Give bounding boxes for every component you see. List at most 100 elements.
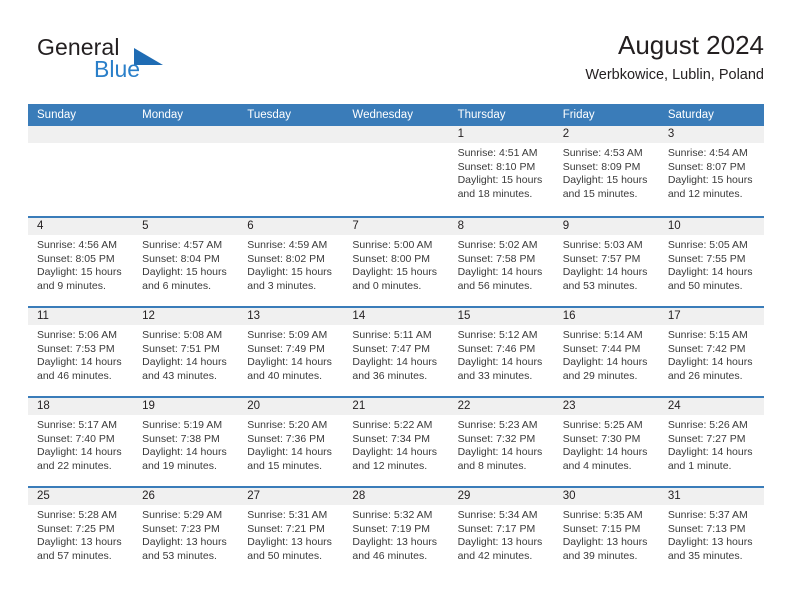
day-detail-line: and 50 minutes. — [667, 279, 743, 292]
day-detail-line: and 1 minute. — [667, 459, 732, 472]
day-detail-line: and 56 minutes. — [457, 279, 533, 292]
day-detail-line: Sunset: 7:46 PM — [457, 342, 536, 355]
calendar-day-cell[interactable]: 15 Sunrise: 5:12 AM Sunset: 7:46 PM Dayligh… — [448, 308, 554, 396]
day-detail-line: Daylight: 13 hours — [247, 536, 332, 549]
day-detail-line: Sunrise: 5:28 AM — [37, 509, 117, 521]
day-detail-line: and 0 minutes. — [352, 279, 422, 292]
calendar-day-cell[interactable]: 14 Sunrise: 5:11 AM Sunset: 7:47 PM Dayligh… — [343, 308, 449, 396]
calendar-day-cell[interactable]: 28 Sunrise: 5:32 AM Sunset: 7:19 PM Dayligh… — [343, 488, 449, 576]
calendar-day-cell[interactable]: 31 Sunrise: 5:37 AM Sunset: 7:13 PM Dayligh… — [658, 488, 764, 576]
calendar-day-cell[interactable]: 13 Sunrise: 5:09 AM Sunset: 7:49 PM Dayligh… — [238, 308, 344, 396]
day-detail-line: and 8 minutes. — [457, 459, 527, 472]
day-detail-line: and 6 minutes. — [142, 279, 212, 292]
calendar-day-cell[interactable]: 11 Sunrise: 5:06 AM Sunset: 7:53 PM Dayligh… — [28, 308, 134, 396]
day-detail-line: Daylight: 13 hours — [352, 536, 438, 549]
calendar-day-cell[interactable]: 10 Sunrise: 5:05 AM Sunset: 7:55 PM Dayligh… — [658, 218, 764, 306]
weekday-header-thursday: Thursday — [457, 109, 506, 121]
day-number: 21 — [343, 398, 449, 415]
day-details: Sunrise: 5:09 AM Sunset: 7:49 PM Daylight:… — [238, 325, 343, 383]
day-details: Sunrise: 5:29 AM Sunset: 7:23 PM Daylight:… — [133, 505, 238, 563]
day-detail-line: Sunset: 7:30 PM — [562, 432, 641, 445]
day-detail-line: and 26 minutes. — [667, 369, 743, 382]
day-number — [343, 126, 449, 143]
day-detail-line: Sunrise: 5:09 AM — [247, 329, 328, 341]
day-detail-line: Daylight: 14 hours — [142, 446, 227, 459]
day-detail-line: and 9 minutes. — [37, 279, 106, 292]
weekday-header-row: Sunday Monday Tuesday Wednesday Thursday Frid… — [28, 104, 764, 126]
day-details: Sunrise: 4:56 AM Sunset: 8:05 PM Daylight:… — [28, 235, 133, 293]
calendar-day-cell[interactable]: 1 Sunrise: 4:51 AM Sunset: 8:10 PM Daylight… — [448, 126, 554, 216]
day-details: Sunrise: 5:22 AM Sunset: 7:34 PM Daylight:… — [343, 415, 448, 473]
calendar-cell-empty — [343, 126, 449, 216]
calendar-day-cell[interactable]: 23 Sunrise: 5:25 AM Sunset: 7:30 PM Dayligh… — [553, 398, 659, 486]
calendar-day-cell[interactable]: 27 Sunrise: 5:31 AM Sunset: 7:21 PM Dayligh… — [238, 488, 344, 576]
calendar-day-cell[interactable]: 16 Sunrise: 5:14 AM Sunset: 7:44 PM Dayligh… — [553, 308, 659, 396]
calendar-day-cell[interactable]: 17 Sunrise: 5:15 AM Sunset: 7:42 PM Dayligh… — [658, 308, 764, 396]
day-detail-line: and 12 minutes. — [667, 187, 743, 200]
calendar-day-cell[interactable]: 25 Sunrise: 5:28 AM Sunset: 7:25 PM Dayligh… — [28, 488, 134, 576]
day-number: 2 — [553, 126, 659, 143]
calendar-day-cell[interactable]: 18 Sunrise: 5:17 AM Sunset: 7:40 PM Dayligh… — [28, 398, 134, 486]
brand-logo[interactable]: General Blue — [37, 34, 237, 90]
calendar-day-cell[interactable]: 29 Sunrise: 5:34 AM Sunset: 7:17 PM Dayligh… — [448, 488, 554, 576]
day-detail-line: Sunset: 8:05 PM — [37, 252, 115, 265]
day-detail-line: Sunrise: 5:11 AM — [352, 329, 432, 341]
day-details: Sunrise: 5:37 AM Sunset: 7:13 PM Daylight:… — [659, 505, 764, 563]
day-details: Sunrise: 5:08 AM Sunset: 7:51 PM Daylight:… — [133, 325, 238, 383]
calendar-day-cell[interactable]: 6 Sunrise: 4:59 AM Sunset: 8:02 PM Daylight… — [238, 218, 344, 306]
day-number: 26 — [133, 488, 239, 505]
day-detail-line: Daylight: 15 hours — [667, 174, 753, 187]
day-detail-line: Sunrise: 5:02 AM — [457, 239, 538, 251]
calendar-day-cell[interactable]: 4 Sunrise: 4:56 AM Sunset: 8:05 PM Daylight… — [28, 218, 134, 306]
day-detail-line: and 15 minutes. — [247, 459, 322, 472]
day-number: 18 — [28, 398, 134, 415]
day-number: 14 — [343, 308, 449, 325]
day-detail-line: Sunrise: 5:19 AM — [142, 419, 223, 431]
day-detail-line: Sunrise: 4:59 AM — [247, 239, 328, 251]
day-detail-line: Sunrise: 5:35 AM — [562, 509, 643, 521]
day-detail-line: and 29 minutes. — [562, 369, 638, 382]
day-number: 22 — [448, 398, 554, 415]
day-detail-line: and 18 minutes. — [457, 187, 533, 200]
day-detail-line: and 50 minutes. — [247, 549, 322, 562]
calendar-day-cell[interactable]: 8 Sunrise: 5:02 AM Sunset: 7:58 PM Daylight… — [448, 218, 554, 306]
day-detail-line: Sunset: 7:32 PM — [457, 432, 536, 445]
day-detail-line: Sunset: 8:04 PM — [142, 252, 220, 265]
calendar-day-cell[interactable]: 9 Sunrise: 5:03 AM Sunset: 7:57 PM Daylight… — [553, 218, 659, 306]
calendar-day-cell[interactable]: 12 Sunrise: 5:08 AM Sunset: 7:51 PM Dayligh… — [133, 308, 239, 396]
day-detail-line: Daylight: 14 hours — [667, 266, 753, 279]
day-detail-line: and 46 minutes. — [37, 369, 112, 382]
day-detail-line: Daylight: 13 hours — [457, 536, 543, 549]
calendar-day-cell[interactable]: 20 Sunrise: 5:20 AM Sunset: 7:36 PM Dayligh… — [238, 398, 344, 486]
calendar-day-cell[interactable]: 7 Sunrise: 5:00 AM Sunset: 8:00 PM Daylight… — [343, 218, 449, 306]
day-number: 30 — [553, 488, 659, 505]
calendar-day-cell[interactable]: 26 Sunrise: 5:29 AM Sunset: 7:23 PM Dayligh… — [133, 488, 239, 576]
day-detail-line: Sunrise: 5:22 AM — [352, 419, 433, 431]
day-detail-line: and 35 minutes. — [667, 549, 743, 562]
day-details: Sunrise: 5:15 AM Sunset: 7:42 PM Daylight:… — [659, 325, 764, 383]
calendar-day-cell[interactable]: 5 Sunrise: 4:57 AM Sunset: 8:04 PM Daylight… — [133, 218, 239, 306]
day-detail-line: and 43 minutes. — [142, 369, 217, 382]
day-number: 13 — [238, 308, 344, 325]
day-number: 8 — [448, 218, 554, 235]
day-detail-line: Daylight: 14 hours — [562, 356, 648, 369]
day-number: 4 — [28, 218, 134, 235]
day-number: 6 — [238, 218, 344, 235]
calendar-day-cell[interactable]: 30 Sunrise: 5:35 AM Sunset: 7:15 PM Dayligh… — [553, 488, 659, 576]
calendar-day-cell[interactable]: 24 Sunrise: 5:26 AM Sunset: 7:27 PM Dayligh… — [658, 398, 764, 486]
day-number: 1 — [448, 126, 554, 143]
day-number: 3 — [658, 126, 764, 143]
calendar-day-cell[interactable]: 22 Sunrise: 5:23 AM Sunset: 7:32 PM Dayligh… — [448, 398, 554, 486]
day-detail-line: Sunset: 7:53 PM — [37, 342, 115, 355]
calendar-day-cell[interactable]: 21 Sunrise: 5:22 AM Sunset: 7:34 PM Dayligh… — [343, 398, 449, 486]
calendar-day-cell[interactable]: 3 Sunrise: 4:54 AM Sunset: 8:07 PM Daylight… — [658, 126, 764, 216]
calendar-day-cell[interactable]: 19 Sunrise: 5:19 AM Sunset: 7:38 PM Dayligh… — [133, 398, 239, 486]
day-detail-line: Daylight: 14 hours — [37, 356, 122, 369]
day-detail-line: Sunset: 7:13 PM — [667, 522, 746, 535]
calendar-week-row: 1 Sunrise: 4:51 AM Sunset: 8:10 PM Daylight… — [28, 126, 764, 216]
day-detail-line: Sunset: 7:23 PM — [142, 522, 220, 535]
day-number: 15 — [448, 308, 554, 325]
calendar-day-cell[interactable]: 2 Sunrise: 4:53 AM Sunset: 8:09 PM Daylight… — [553, 126, 659, 216]
day-detail-line: Sunset: 7:21 PM — [247, 522, 325, 535]
day-details: Sunrise: 4:51 AM Sunset: 8:10 PM Daylight:… — [449, 143, 554, 201]
